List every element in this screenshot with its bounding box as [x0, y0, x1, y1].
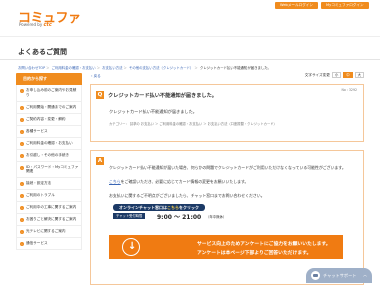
bullet-icon: › — [20, 105, 24, 110]
question-id: No : 3292 — [341, 88, 357, 92]
bullet-icon: › — [20, 182, 24, 187]
question-body: クレジットカード払い不能通知が届きました。 — [109, 109, 197, 114]
breadcrumb-item[interactable]: その他の支払い方法（クレジットカード） — [129, 66, 193, 70]
bullet-icon: › — [20, 153, 24, 158]
sidebar-item[interactable]: › ご利用開始・開通までのご案内 — [16, 101, 82, 114]
bullet-icon: › — [20, 165, 24, 170]
survey-line-1: サービス向上のためアンケートにご協力をお願いいたします。 — [197, 242, 331, 247]
breadcrumb-current: クレジットカード払い不能通知が届きました。 — [199, 66, 272, 70]
question-title: クレジットカード払い不能通知が届きました。 — [108, 93, 217, 99]
sidebar-heading: 目的から探す — [16, 73, 82, 85]
logo-powered-by: Powered by ctc — [19, 22, 52, 28]
chat-link-here: こちら — [166, 205, 179, 210]
bullet-icon: › — [20, 141, 24, 146]
sidebar-item[interactable]: › ご利用料金の確認・お支払い — [16, 137, 82, 150]
site-header: コミュファ Powered by ctc Webメールログイン Myコミュファロ… — [0, 0, 380, 30]
sidebar-item[interactable]: › お困りごと解決に関するご案内 — [16, 214, 82, 227]
bullet-icon: › — [20, 242, 24, 247]
title-bar: よくあるご質問 — [0, 36, 380, 60]
sidebar-item[interactable]: › お引越し・その他の手続き — [16, 149, 82, 162]
font-size-control: 文字サイズ変更 小 中 大 — [305, 72, 364, 78]
sidebar-item[interactable]: › 光テレビに関するご案内 — [16, 226, 82, 239]
font-size-label: 文字サイズ変更 — [304, 72, 330, 77]
bullet-icon: › — [20, 89, 24, 93]
question-panel: Q クレジットカード払い不能通知が届きました。 No : 3292 クレジットカ… — [90, 84, 364, 142]
sidebar-item[interactable]: › ご利用のトラブル — [16, 190, 82, 203]
main-content: ‹ 戻る 文字サイズ変更 小 中 大 Q クレジットカード払い不能通知が届きまし… — [90, 72, 364, 285]
webmail-login-button[interactable]: Webメールログイン — [275, 2, 318, 9]
breadcrumb-item[interactable]: お支払い方法 — [102, 66, 122, 70]
survey-banner[interactable]: ↓ サービス向上のためアンケートにご協力をお願いいたします。 アンケートは本ペー… — [109, 235, 343, 259]
question-category[interactable]: カテゴリー： 請求の お支払い ＞ ご利用料金の確認・お支払い ＞ お支払い方法… — [109, 121, 277, 126]
mycommufa-login-button[interactable]: Myコミュファログイン — [321, 2, 369, 9]
answer-panel: A クレジットカード払い不能通知が届いた場合、何らかの問題でクレジットカードがご… — [90, 150, 364, 285]
font-size-large-button[interactable]: 大 — [354, 72, 364, 78]
online-chat-button[interactable]: オンラインチャット窓口はこちらをクリック — [113, 204, 205, 211]
powered-by-text: Powered by — [19, 22, 43, 27]
back-link[interactable]: ‹ 戻る — [91, 74, 101, 79]
page-title: よくあるご質問 — [18, 48, 67, 56]
chat-hours-label: チャット受付時間 — [113, 213, 146, 219]
chat-hours-note: （年中無休） — [206, 215, 227, 219]
sidebar-item[interactable]: › 各種サービス — [16, 125, 82, 138]
bullet-icon: › — [20, 206, 24, 211]
answer-link-here[interactable]: こちら — [109, 179, 121, 184]
sidebar-item[interactable]: › ID・パスワード・Myコミュファ関連 — [16, 161, 82, 179]
answer-paragraph-3: お支払いに関するご不明点がございましたら、チャット窓口までお問い合わせください。 — [109, 193, 265, 198]
breadcrumb-item[interactable]: ご利用料金の確認・お支払い — [52, 66, 96, 70]
sidebar: 目的から探す › お申し込み前のご案内やお見積り › ご利用開始・開通までのご案内 … — [16, 73, 82, 251]
font-size-medium-button[interactable]: 中 — [343, 72, 353, 78]
bullet-icon: › — [20, 194, 24, 199]
chatbot-icon — [311, 271, 320, 280]
bullet-icon: › — [20, 117, 24, 122]
arrow-down-circle-icon: ↓ — [122, 238, 140, 256]
chat-support-button[interactable]: チャットサポート ︿ — [306, 268, 372, 283]
brand-ctc: ctc — [43, 22, 52, 28]
answer-paragraph-1: クレジットカード払い不能通知が届いた場合、何らかの問題でクレジットカードがご利用… — [109, 165, 346, 170]
question-badge: Q — [96, 91, 104, 99]
font-size-small-button[interactable]: 小 — [331, 72, 342, 78]
bullet-icon: › — [20, 230, 24, 235]
answer-badge: A — [96, 157, 104, 165]
bullet-icon: › — [20, 129, 24, 134]
chevron-up-icon: ︿ — [363, 272, 367, 277]
bullet-icon: › — [20, 218, 24, 223]
chat-hours-time: 9:00 ～ 21:00 — [157, 214, 202, 221]
sidebar-item[interactable]: › お申し込み前のご案内やお見積り — [16, 85, 82, 102]
breadcrumb: お問い合わせTOP＞ ご利用料金の確認・お支払い＞ お支払い方法＞ その他の支払… — [18, 66, 272, 70]
answer-paragraph-2: こちらをご確認いただき、必要に応じてカード情報の変更をお願いいたします。 — [109, 179, 249, 184]
sidebar-item[interactable]: › ご利用中の工事に関するご案内 — [16, 202, 82, 215]
breadcrumb-item[interactable]: お問い合わせTOP — [18, 66, 45, 70]
sidebar-item[interactable]: › 接続・設定方法 — [16, 178, 82, 191]
sidebar-item[interactable]: › 通信サービス — [16, 238, 82, 251]
chat-support-label: チャットサポート — [323, 273, 357, 278]
survey-line-2: アンケートは本ページ下部よりご回答いただけます。 — [197, 251, 312, 256]
main-toolbar: ‹ 戻る 文字サイズ変更 小 中 大 — [90, 72, 364, 81]
sidebar-item[interactable]: › ご契約内容・変更・解約 — [16, 113, 82, 126]
